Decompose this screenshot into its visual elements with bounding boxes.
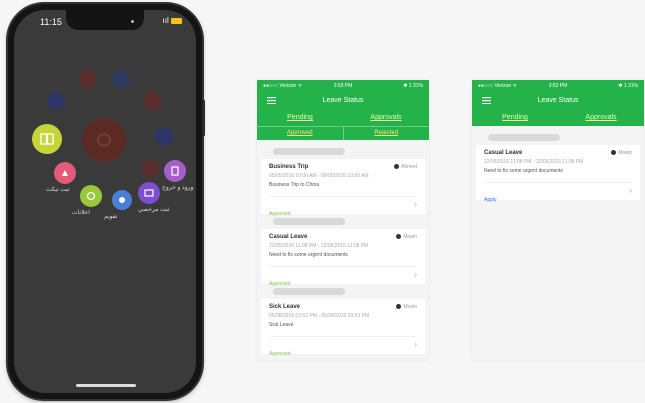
- leave-user: Moein: [396, 234, 417, 240]
- center-icon: [97, 133, 111, 147]
- chevron-right-icon[interactable]: ›: [629, 186, 632, 195]
- center-menu-button[interactable]: [82, 118, 126, 162]
- section-header: [273, 148, 345, 155]
- signal-icon: ııl: [162, 16, 169, 25]
- user-icon: [394, 164, 400, 170]
- phone-status-icons: ııl: [163, 16, 182, 25]
- battery-text: ✱ 1 31%: [403, 83, 423, 89]
- dim-menu-icon-top[interactable]: [112, 70, 130, 88]
- approval-list: Casual Leave Moein 22/05/2016 11:08 PM -…: [472, 126, 644, 208]
- section-header: [273, 288, 345, 295]
- subtab-approved[interactable]: Approved: [257, 127, 344, 140]
- attendance-label: ورود و خروج: [162, 185, 194, 191]
- leave-dates: 05/08/2016 03:53 PM - 05/08/2016 03:53 P…: [269, 313, 370, 319]
- ticket-menu-icon[interactable]: [54, 162, 76, 184]
- leave-title: Casual Leave: [484, 150, 523, 156]
- announcements-label: اعلانات: [72, 210, 90, 216]
- apply-link[interactable]: Apply: [484, 197, 497, 203]
- status-badge: Approved: [269, 211, 291, 217]
- phone-mockup: 11:15 ııl ثبت تيكت اعلانات تقويم ثبت مرخ…: [8, 4, 205, 399]
- user-name: Moein: [618, 150, 632, 156]
- status-row: Apply ›: [484, 182, 632, 203]
- user-name: Moein: [403, 234, 417, 240]
- leave-request-label: ثبت مرخصي: [138, 207, 170, 213]
- leave-dates: 22/05/2016 11:08 PM - 22/05/2016 11:08 P…: [269, 243, 369, 249]
- home-indicator[interactable]: [76, 384, 136, 387]
- status-badge: Approved: [269, 351, 291, 357]
- leave-card[interactable]: Business Trip Ahmed 05/05/2016 10:00 AM …: [261, 159, 425, 217]
- leave-user: Moein: [611, 150, 632, 156]
- leave-list: Business Trip Ahmed 05/05/2016 10:00 AM …: [257, 140, 429, 360]
- announcements-menu-icon[interactable]: [80, 185, 102, 207]
- tab-approvals[interactable]: Approvals: [343, 110, 429, 126]
- chevron-right-icon[interactable]: ›: [414, 200, 417, 209]
- leave-request-menu-icon[interactable]: [138, 182, 160, 204]
- leave-description: Sick Leave: [269, 322, 294, 328]
- leave-user: Ahmed: [394, 164, 417, 170]
- tab-pending[interactable]: Pending: [257, 110, 343, 126]
- battery-text: ✱ 1 31%: [618, 83, 638, 89]
- nav-bar: Leave Status: [257, 92, 429, 110]
- leave-card[interactable]: Casual Leave Moein 22/05/2016 11:08 PM -…: [261, 229, 425, 287]
- phone-side-button: [202, 100, 205, 136]
- status-row: Approved ›: [269, 266, 417, 287]
- dim-menu-icon-top-left[interactable]: [78, 70, 96, 88]
- nav-bar: Leave Status: [472, 92, 644, 110]
- leave-card[interactable]: Sick Leave Moein 05/08/2016 03:53 PM - 0…: [261, 299, 425, 357]
- section-header: [273, 218, 345, 225]
- phone-screen: 11:15 ııl ثبت تيكت اعلانات تقويم ثبت مرخ…: [14, 10, 196, 393]
- calendar-menu-icon[interactable]: [112, 190, 132, 210]
- status-bar: ●●○○○ Verizon ᯤ 3:53 PM ✱ 1 31%: [257, 80, 429, 92]
- main-tabs: Pending Approvals: [472, 110, 644, 126]
- dim-menu-icon-right[interactable]: [155, 128, 173, 146]
- approval-card[interactable]: Casual Leave Moein 22/05/2016 11:08 PM -…: [476, 145, 640, 203]
- status-badge: Approved: [269, 281, 291, 287]
- book-menu-icon[interactable]: [32, 124, 62, 154]
- leave-dates: 05/05/2016 10:00 AM - 09/05/2016 10:00 A…: [269, 173, 369, 179]
- page-title: Leave Status: [322, 97, 364, 104]
- chevron-right-icon[interactable]: ›: [414, 270, 417, 279]
- sub-tabs: Approved Rejected: [257, 126, 429, 140]
- ticket-label: ثبت تيكت: [46, 187, 70, 193]
- camera-dot: [131, 20, 134, 23]
- user-icon: [396, 304, 402, 310]
- leave-description: Business Trip to China: [269, 182, 320, 188]
- section-header: [488, 134, 560, 141]
- calendar-label: تقويم: [104, 214, 118, 220]
- main-tabs: Pending Approvals: [257, 110, 429, 126]
- status-row: Approved ›: [269, 196, 417, 217]
- page-title: Leave Status: [537, 97, 579, 104]
- battery-icon: [171, 17, 182, 24]
- attendance-menu-icon[interactable]: [164, 160, 186, 182]
- chevron-right-icon[interactable]: ›: [414, 340, 417, 349]
- user-name: Ahmed: [401, 164, 417, 170]
- tab-pending[interactable]: Pending: [472, 110, 558, 126]
- dim-menu-icon-upper-right[interactable]: [144, 92, 162, 110]
- dim-menu-icon-upper-left[interactable]: [47, 92, 65, 110]
- leave-description: Need to fix some urgent documents: [269, 252, 348, 258]
- status-row: Approved ›: [269, 336, 417, 357]
- user-icon: [396, 234, 402, 240]
- leave-status-screen-approvals: ●●○○○ Verizon ᯤ 3:53 PM ✱ 1 31% Leave St…: [472, 80, 644, 360]
- tab-approvals[interactable]: Approvals: [558, 110, 644, 126]
- user-name: Moein: [403, 304, 417, 310]
- leave-title: Casual Leave: [269, 234, 308, 240]
- leave-status-screen-pending: ●●○○○ Verizon ᯤ 3:53 PM ✱ 1 31% Leave St…: [257, 80, 429, 360]
- leave-user: Moein: [396, 304, 417, 310]
- subtab-rejected[interactable]: Rejected: [344, 127, 430, 140]
- user-icon: [611, 150, 617, 156]
- leave-dates: 22/05/2016 11:08 PM - 22/05/2016 11:08 P…: [484, 159, 584, 165]
- phone-time: 11:15: [40, 17, 62, 27]
- status-bar: ●●○○○ Verizon ᯤ 3:53 PM ✱ 1 31%: [472, 80, 644, 92]
- leave-title: Sick Leave: [269, 304, 301, 310]
- leave-description: Need to fix some urgent documents: [484, 168, 563, 174]
- dim-menu-icon-lower-right[interactable]: [142, 160, 160, 178]
